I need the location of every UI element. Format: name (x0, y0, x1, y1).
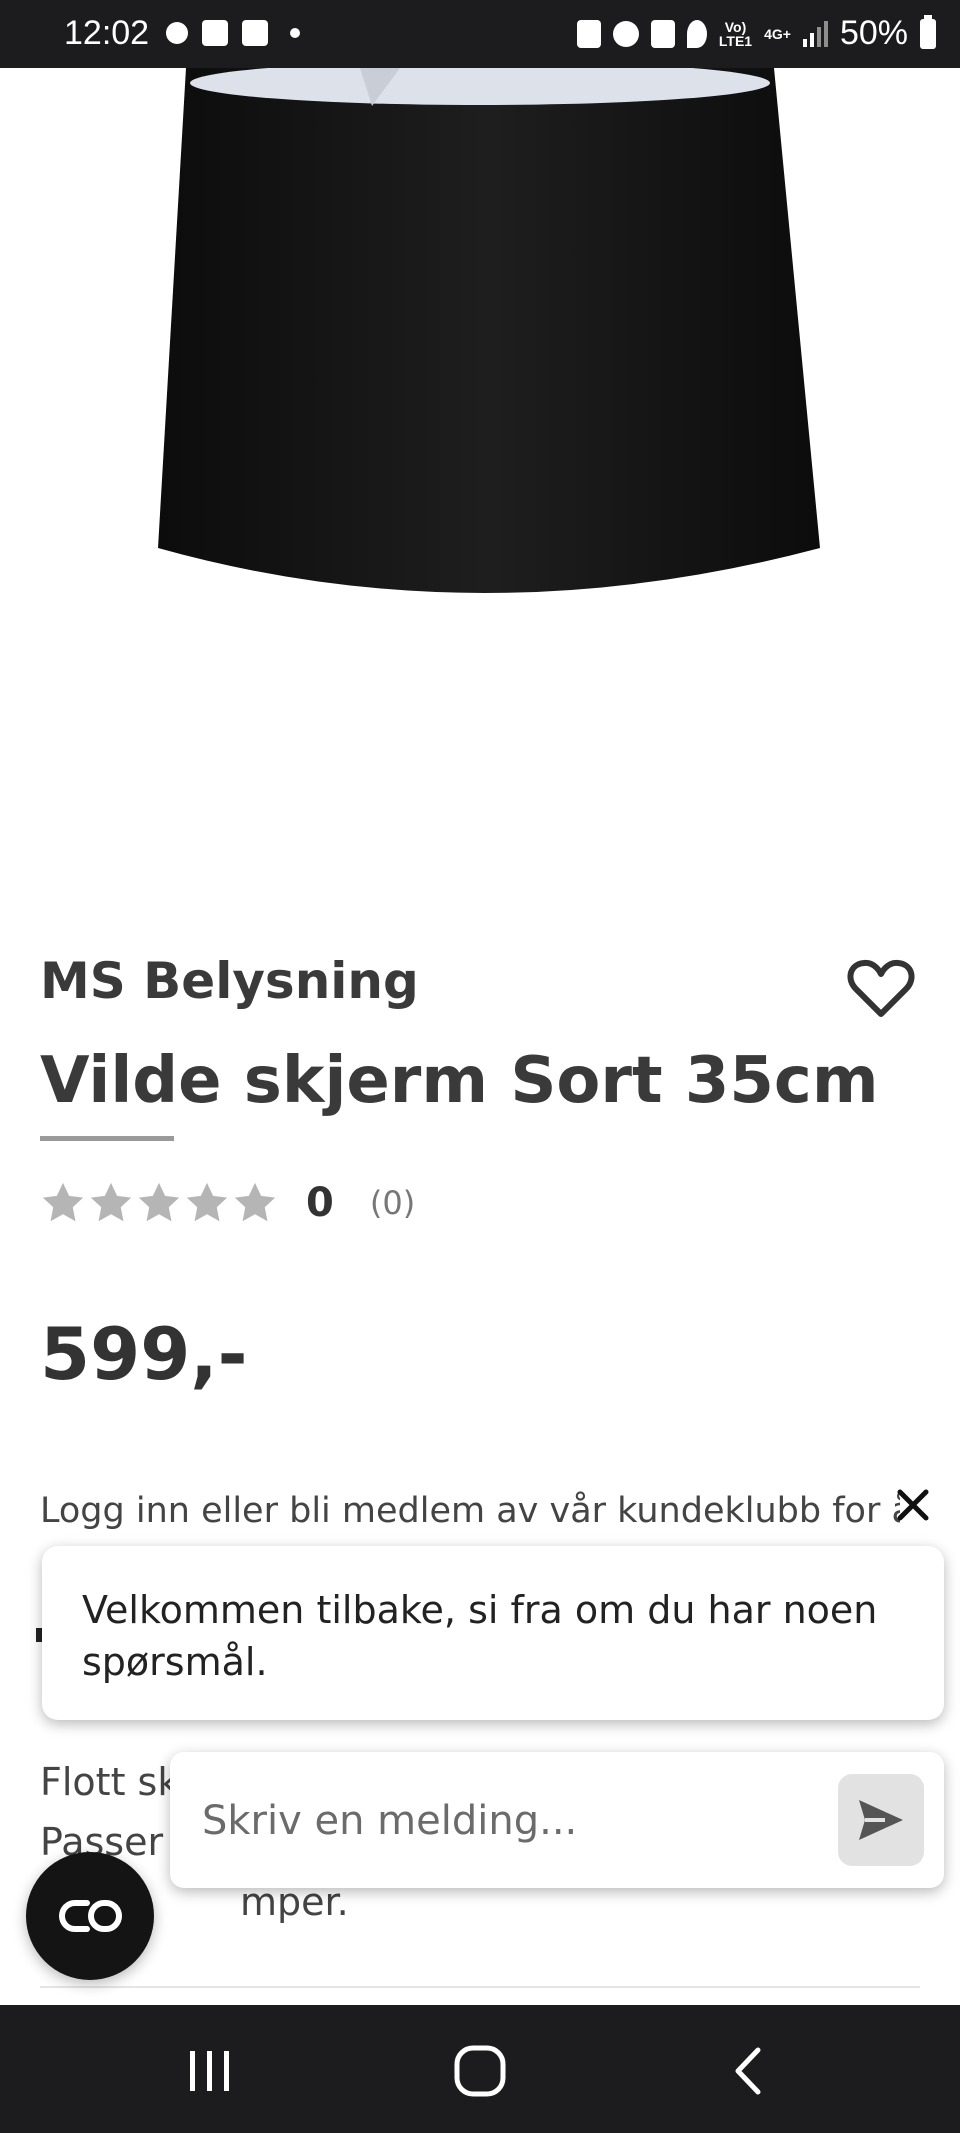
battery-icon (920, 14, 936, 49)
favorite-button[interactable] (846, 958, 916, 1020)
outlook-icon (202, 20, 228, 46)
star-icon (42, 1182, 84, 1222)
location-icon (686, 19, 707, 48)
product-image[interactable] (0, 68, 960, 668)
close-icon (897, 1489, 929, 1521)
chat-close-button[interactable] (890, 1482, 936, 1528)
imdb-icon (242, 20, 268, 46)
star-icon (138, 1182, 180, 1222)
price: 599,- (40, 1312, 248, 1396)
home-icon (454, 2045, 506, 2097)
signal-icon (802, 20, 828, 47)
lte-label: LTE1 (718, 32, 753, 49)
section-divider (40, 1986, 920, 1988)
star-icon (186, 1182, 228, 1222)
notification-icon (166, 22, 188, 44)
volte-indicator: Vo) LTE1 (719, 20, 752, 48)
chat-message: Velkommen tilbake, si fra om du har noen… (42, 1546, 944, 1720)
brand-name[interactable]: MS Belysning (40, 952, 419, 1010)
recent-apps-button[interactable] (170, 2039, 250, 2103)
chat-composer (170, 1752, 944, 1888)
mute-icon (650, 19, 675, 48)
chat-launcher-icon (59, 1900, 122, 1932)
system-nav-bar (0, 2005, 960, 2133)
notification-icons (166, 20, 300, 46)
star-icon (90, 1182, 132, 1222)
title-divider (40, 1136, 174, 1141)
heart-outline-icon (847, 959, 915, 1017)
chat-launcher-button[interactable] (26, 1852, 154, 1980)
lampshade-body (158, 68, 820, 593)
alarm-icon (612, 20, 639, 47)
battery-saver-icon (576, 19, 601, 48)
more-notifications-icon (290, 28, 300, 38)
rating-value: 0 (306, 1180, 334, 1226)
send-icon (859, 1800, 903, 1840)
back-button[interactable] (708, 2039, 788, 2103)
system-icons: Vo) LTE1 4G+ 50% (576, 14, 936, 53)
battery-percent: 50% (839, 14, 908, 52)
star-rating (40, 1180, 278, 1226)
network-type: 4G+ (764, 25, 791, 42)
recent-apps-icon (190, 2051, 229, 2091)
star-icon (234, 1182, 276, 1222)
review-count: (0) (369, 1184, 416, 1222)
rating[interactable]: 0 (0) (40, 1180, 415, 1226)
member-login-text[interactable]: Logg inn eller bli medlem av vår kundekl… (40, 1484, 900, 1542)
status-bar: 12:02 Vo) LTE1 4G+ 50% (0, 0, 960, 68)
send-button[interactable] (838, 1774, 924, 1866)
home-button[interactable] (440, 2039, 520, 2103)
back-icon (735, 2047, 761, 2095)
chat-message-input[interactable] (200, 1788, 804, 1854)
status-time: 12:02 (64, 14, 150, 52)
product-title: Vilde skjerm Sort 35cm (40, 1044, 879, 1118)
